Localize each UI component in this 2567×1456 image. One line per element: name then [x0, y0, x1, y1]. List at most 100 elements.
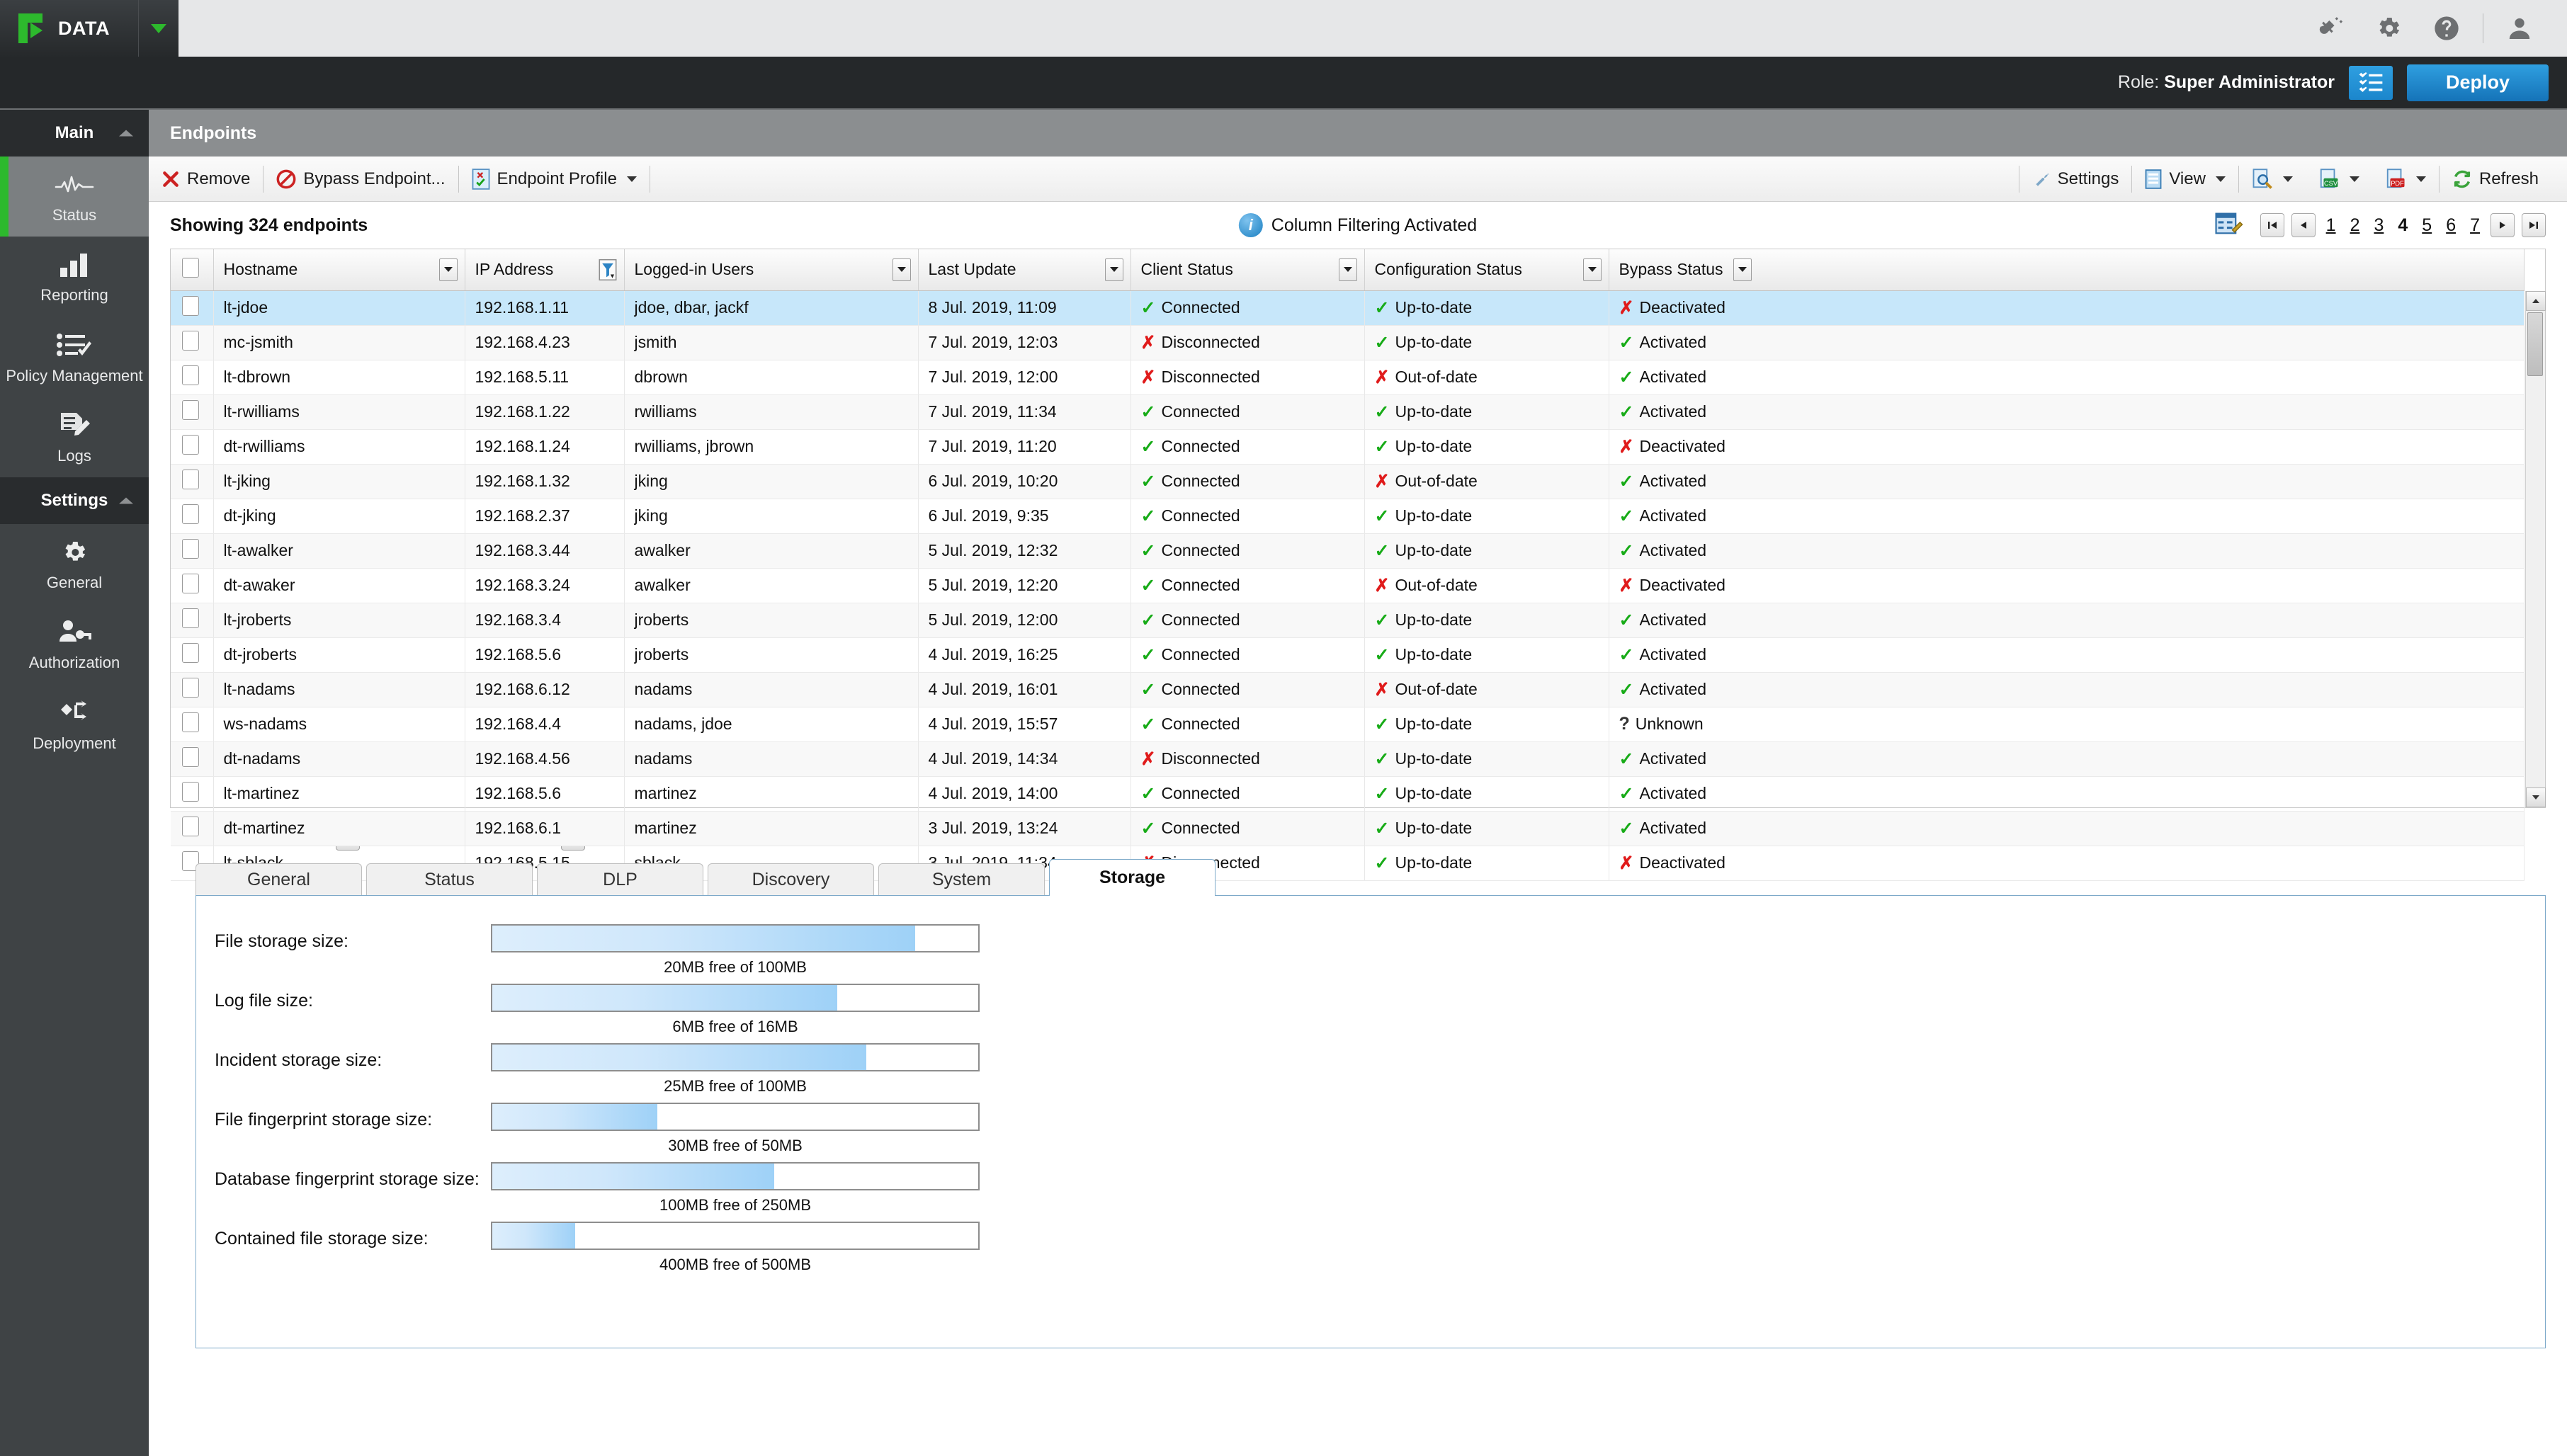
plugin-icon[interactable] [2301, 0, 2359, 57]
row-select-cell[interactable] [171, 429, 214, 465]
row-checkbox[interactable] [182, 712, 199, 732]
table-row[interactable]: mc-jsmith 192.168.4.23 jsmith 7 Jul. 2019, … [171, 325, 2524, 360]
help-icon[interactable] [2418, 0, 2476, 57]
select-all-checkbox[interactable] [182, 257, 199, 278]
refresh-button[interactable]: Refresh [2440, 163, 2551, 195]
first-page-icon[interactable] [2260, 213, 2284, 237]
table-row[interactable]: lt-nadams 192.168.6.12 nadams 4 Jul. 2019, … [171, 672, 2524, 707]
hostname-filter-dropdown-icon[interactable] [438, 258, 458, 281]
row-select-cell[interactable] [171, 394, 214, 430]
table-row[interactable]: lt-rwilliams 192.168.1.22 rwilliams 7 Jul. … [171, 394, 2524, 430]
pending-changes-checklist-icon[interactable] [2349, 65, 2393, 100]
table-row[interactable]: dt-nadams 192.168.4.56 nadams 4 Jul. 2019, … [171, 741, 2524, 777]
client-status-filter-dropdown-icon[interactable] [1338, 258, 1357, 281]
scrollbar-thumb[interactable] [2527, 312, 2543, 376]
csv-export-button[interactable]: CSV [2306, 163, 2372, 195]
table-row[interactable]: dt-jroberts 192.168.5.6 jroberts 4 Jul. 201… [171, 637, 2524, 673]
table-row[interactable]: lt-jdoe 192.168.1.11 jdoe, dbar, jackf 8 Ju… [171, 290, 2524, 326]
row-checkbox[interactable] [182, 469, 199, 489]
row-checkbox[interactable] [182, 295, 199, 316]
pdf-export-button[interactable]: PDF [2372, 163, 2439, 195]
row-checkbox[interactable] [182, 642, 199, 663]
row-select-cell[interactable] [171, 360, 214, 395]
view-button[interactable]: View [2132, 163, 2238, 195]
bypass-status-filter-dropdown-icon[interactable] [1733, 258, 1752, 281]
gear-icon[interactable] [2359, 0, 2418, 57]
table-row[interactable]: lt-martinez 192.168.5.6 martinez 4 Jul. 201… [171, 776, 2524, 812]
ip-address-filter-funnel-icon[interactable] [599, 258, 617, 281]
table-row[interactable]: lt-dbrown 192.168.5.11 dbrown 7 Jul. 2019, … [171, 360, 2524, 395]
row-checkbox[interactable] [182, 330, 199, 351]
row-select-cell[interactable] [171, 707, 214, 742]
tab-status[interactable]: Status [366, 863, 533, 896]
remove-button[interactable]: Remove [149, 163, 263, 195]
row-select-cell[interactable] [171, 464, 214, 499]
column-header-client-status[interactable]: Client Status [1130, 249, 1365, 291]
sidebar-group-settings[interactable]: Settings [0, 477, 149, 525]
row-checkbox[interactable] [182, 816, 199, 836]
settings-button[interactable]: Settings [2019, 163, 2132, 195]
column-header-ip-address[interactable]: IP Address [465, 249, 625, 291]
bypass-endpoint-button[interactable]: Bypass Endpoint... [264, 163, 458, 195]
column-header-last-update[interactable]: Last Update [918, 249, 1131, 291]
row-checkbox[interactable] [182, 538, 199, 559]
row-checkbox[interactable] [182, 365, 199, 385]
brand-dropdown-caret-down-icon[interactable] [139, 0, 178, 57]
sidebar-item-deployment[interactable]: Deployment [0, 685, 149, 765]
row-checkbox[interactable] [182, 781, 199, 802]
sidebar-item-general[interactable]: General [0, 524, 149, 604]
page-link-1[interactable]: 1 [2323, 215, 2340, 236]
table-row[interactable]: lt-jking 192.168.1.32 jking 6 Jul. 2019, 10… [171, 464, 2524, 499]
page-link-2[interactable]: 2 [2347, 215, 2364, 236]
table-row[interactable]: dt-martinez 192.168.6.1 martinez 3 Jul. 201… [171, 811, 2524, 846]
scroll-down-arrow-icon[interactable] [2526, 787, 2546, 807]
row-checkbox[interactable] [182, 573, 199, 593]
page-link-5[interactable]: 5 [2418, 215, 2435, 236]
column-header-bypass-status[interactable]: Bypass Status [1609, 249, 2524, 291]
row-select-cell[interactable] [171, 672, 214, 707]
brand-area[interactable]: DATA [0, 0, 139, 57]
row-select-cell[interactable] [171, 290, 214, 326]
row-checkbox[interactable] [182, 608, 199, 628]
page-link-7[interactable]: 7 [2466, 215, 2483, 236]
deploy-button[interactable]: Deploy [2407, 64, 2549, 101]
table-row[interactable]: ws-nadams 192.168.4.4 nadams, jdoe 4 Jul. 2… [171, 707, 2524, 742]
column-header-logged-in-users[interactable]: Logged-in Users [624, 249, 919, 291]
row-select-cell[interactable] [171, 325, 214, 360]
configuration-status-filter-dropdown-icon[interactable] [1582, 258, 1602, 281]
endpoint-profile-button[interactable]: Endpoint Profile [459, 163, 650, 195]
sidebar-group-main[interactable]: Main [0, 110, 149, 157]
last-page-icon[interactable] [2522, 213, 2546, 237]
tab-general[interactable]: General [196, 863, 362, 896]
row-select-cell[interactable] [171, 568, 214, 603]
previous-page-icon[interactable] [2291, 213, 2316, 237]
last-update-filter-dropdown-icon[interactable] [1104, 258, 1123, 281]
sidebar-item-policy-management[interactable]: Policy Management [0, 317, 149, 397]
row-select-cell[interactable] [171, 776, 214, 812]
row-checkbox[interactable] [182, 504, 199, 524]
row-checkbox[interactable] [182, 434, 199, 455]
row-select-cell[interactable] [171, 741, 214, 777]
scroll-up-arrow-icon[interactable] [2526, 291, 2546, 311]
next-page-icon[interactable] [2490, 213, 2515, 237]
row-checkbox[interactable] [182, 746, 199, 767]
column-settings-icon[interactable] [2215, 212, 2243, 238]
column-header-configuration-status[interactable]: Configuration Status [1364, 249, 1609, 291]
table-row[interactable]: dt-awaker 192.168.3.24 awalker 5 Jul. 2019,… [171, 568, 2524, 603]
row-select-cell[interactable] [171, 499, 214, 534]
page-link-6[interactable]: 6 [2442, 215, 2459, 236]
sidebar-item-logs[interactable]: Logs [0, 397, 149, 477]
row-select-cell[interactable] [171, 533, 214, 569]
page-link-3[interactable]: 3 [2370, 215, 2387, 236]
sidebar-item-status[interactable]: Status [0, 157, 149, 237]
sidebar-item-authorization[interactable]: Authorization [0, 604, 149, 684]
tab-system[interactable]: System [878, 863, 1045, 896]
tab-discovery[interactable]: Discovery [708, 863, 874, 896]
row-select-cell[interactable] [171, 637, 214, 673]
table-row[interactable]: lt-awalker 192.168.3.44 awalker 5 Jul. 2019… [171, 533, 2524, 569]
row-select-cell[interactable] [171, 811, 214, 846]
table-row[interactable]: dt-rwilliams 192.168.1.24 rwilliams, jbrow… [171, 429, 2524, 465]
table-row[interactable]: lt-jroberts 192.168.3.4 jroberts 5 Jul. 201… [171, 603, 2524, 638]
row-checkbox[interactable] [182, 399, 199, 420]
search-page-button[interactable] [2239, 163, 2306, 195]
